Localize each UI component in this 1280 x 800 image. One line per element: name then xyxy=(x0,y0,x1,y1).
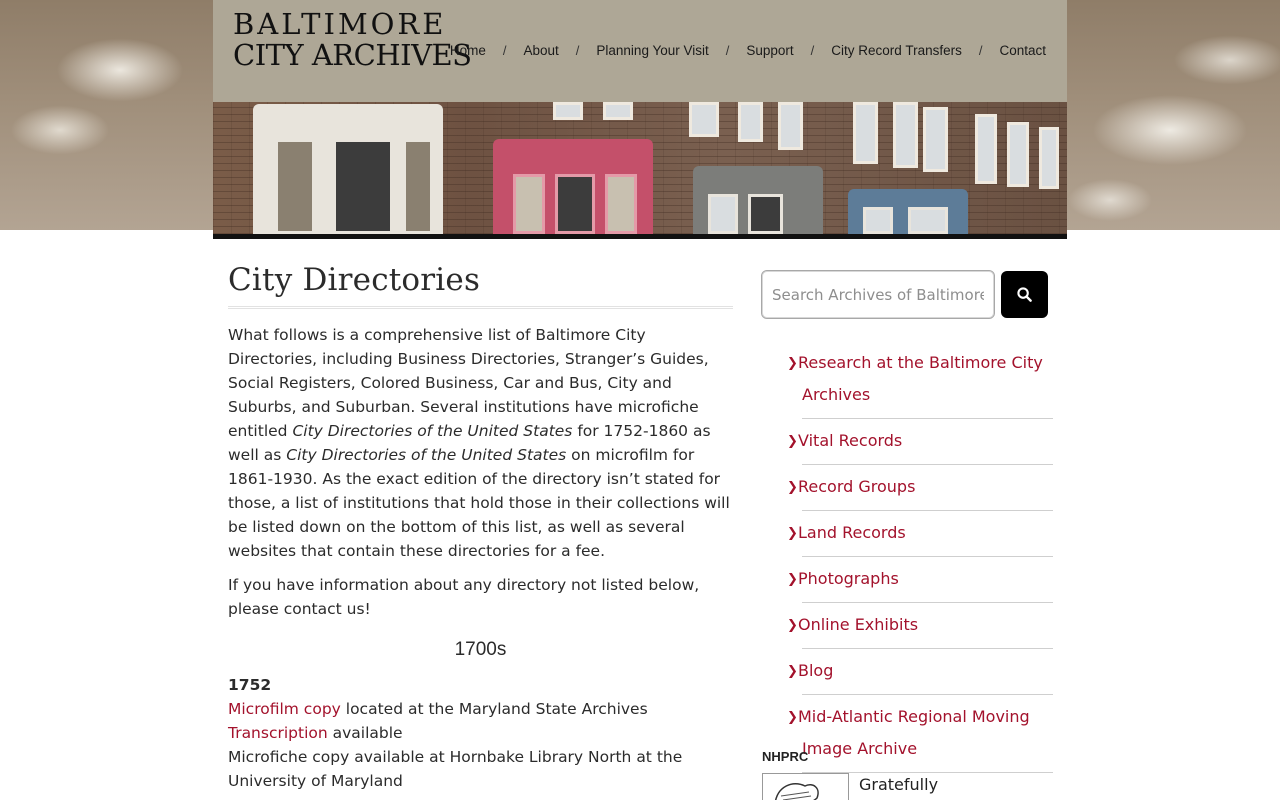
transcription-link[interactable]: Transcription xyxy=(228,724,328,742)
intro-paragraph: What follows is a comprehensive list of … xyxy=(228,326,730,560)
chevron-right-icon: ❯ xyxy=(787,356,798,371)
contact-note: If you have information about any direct… xyxy=(228,576,700,618)
sidebar-item-blog: ❯ Blog xyxy=(787,649,1053,695)
chevron-right-icon: ❯ xyxy=(787,664,798,679)
nav-planning-your-visit[interactable]: Planning Your Visit xyxy=(596,43,708,58)
entry-year: 1752 xyxy=(228,676,272,694)
nhprc-logo xyxy=(762,773,849,800)
site-header: BALTIMORE CITY ARCHIVES Home / About / P… xyxy=(213,0,1067,102)
chevron-right-icon: ❯ xyxy=(787,480,798,495)
sidebar-item-land-records: ❯ Land Records xyxy=(787,511,1053,557)
nav-city-record-transfers[interactable]: City Record Transfers xyxy=(831,43,962,58)
sidebar: ❯Research at the Baltimore City Archives… xyxy=(761,270,1053,773)
sidebar-item-vital-records: ❯ Vital Records xyxy=(787,419,1053,465)
chevron-right-icon: ❯ xyxy=(787,572,798,587)
sidebar-item-photographs: ❯ Photographs xyxy=(787,557,1053,603)
header-banner-image xyxy=(213,102,1067,239)
chevron-right-icon: ❯ xyxy=(787,618,798,633)
site-logo[interactable]: BALTIMORE CITY ARCHIVES xyxy=(233,10,472,70)
nav-separator: / xyxy=(502,43,507,58)
logo-line-1: BALTIMORE xyxy=(233,7,447,41)
chevron-right-icon: ❯ xyxy=(787,710,798,725)
century-heading: 1700s xyxy=(454,639,507,660)
search-input[interactable] xyxy=(761,270,995,319)
nav-separator: / xyxy=(575,43,580,58)
chevron-right-icon: ❯ xyxy=(787,526,798,541)
microfiche-note: Microfiche copy available at Hornbake Li… xyxy=(228,748,683,790)
sidebar-item-online-exhibits: ❯ Online Exhibits xyxy=(787,603,1053,649)
sidebar-links: ❯ Research at the Baltimore City Archives… xyxy=(786,347,1053,773)
directory-entry: 1752 Microfilm copy located at the Maryl… xyxy=(228,673,733,793)
logo-line-2: CITY ARCHIVES xyxy=(233,38,472,72)
sidebar-item-research: ❯ Research at the Baltimore City Archives xyxy=(787,347,1053,419)
chevron-right-icon: ❯ xyxy=(787,434,798,449)
search-form xyxy=(761,270,1053,319)
microfilm-copy-link[interactable]: Microfilm copy xyxy=(228,700,341,718)
nav-support[interactable]: Support xyxy=(746,43,793,58)
main-content: City Directories What follows is a compr… xyxy=(228,262,733,793)
nav-about[interactable]: About xyxy=(524,43,559,58)
site-wrapper: BALTIMORE CITY ARCHIVES Home / About / P… xyxy=(213,0,1067,239)
nav-separator: / xyxy=(810,43,815,58)
nav-contact[interactable]: Contact xyxy=(999,43,1046,58)
search-icon xyxy=(1017,287,1032,302)
page-title: City Directories xyxy=(228,262,733,309)
nhprc-heading: NHPRC xyxy=(762,749,809,764)
sidebar-item-record-groups: ❯ Record Groups xyxy=(787,465,1053,511)
nav-separator: / xyxy=(725,43,730,58)
main-nav: Home / About / Planning Your Visit / Sup… xyxy=(450,43,1046,58)
nav-home[interactable]: Home xyxy=(450,43,486,58)
sidebar-item-marmia: ❯ Mid-Atlantic Regional Moving Image Arch… xyxy=(787,695,1053,773)
search-button[interactable] xyxy=(1001,271,1048,318)
nav-separator: / xyxy=(978,43,983,58)
gratefully-text: Gratefully xyxy=(859,775,939,794)
